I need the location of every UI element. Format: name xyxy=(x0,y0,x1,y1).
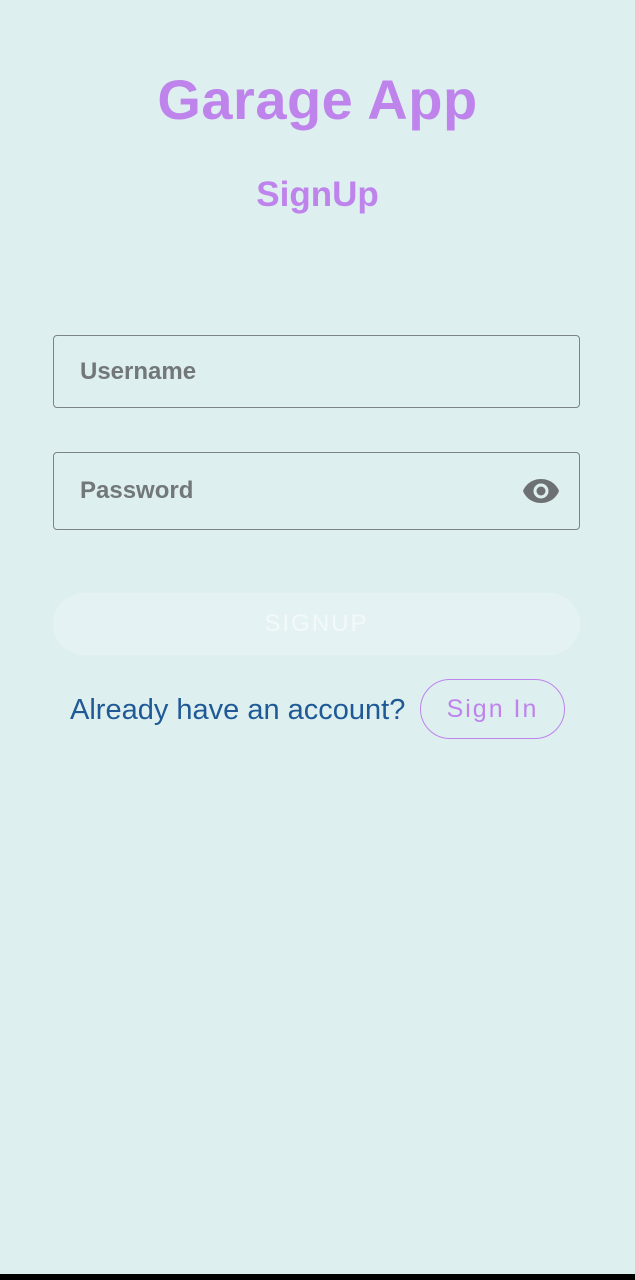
bottom-bar xyxy=(0,1274,635,1280)
password-label: Password xyxy=(80,477,194,504)
username-field[interactable]: Username xyxy=(53,335,580,408)
username-label: Username xyxy=(80,357,197,385)
app-title: Garage App xyxy=(157,68,478,131)
password-field[interactable]: Password xyxy=(53,452,580,530)
signin-button[interactable]: Sign In xyxy=(420,679,565,739)
eye-icon[interactable] xyxy=(521,477,561,505)
signup-button[interactable]: SIGNUP xyxy=(53,593,580,655)
account-prompt: Already have an account? xyxy=(70,694,406,726)
page-subtitle: SignUp xyxy=(256,175,379,214)
